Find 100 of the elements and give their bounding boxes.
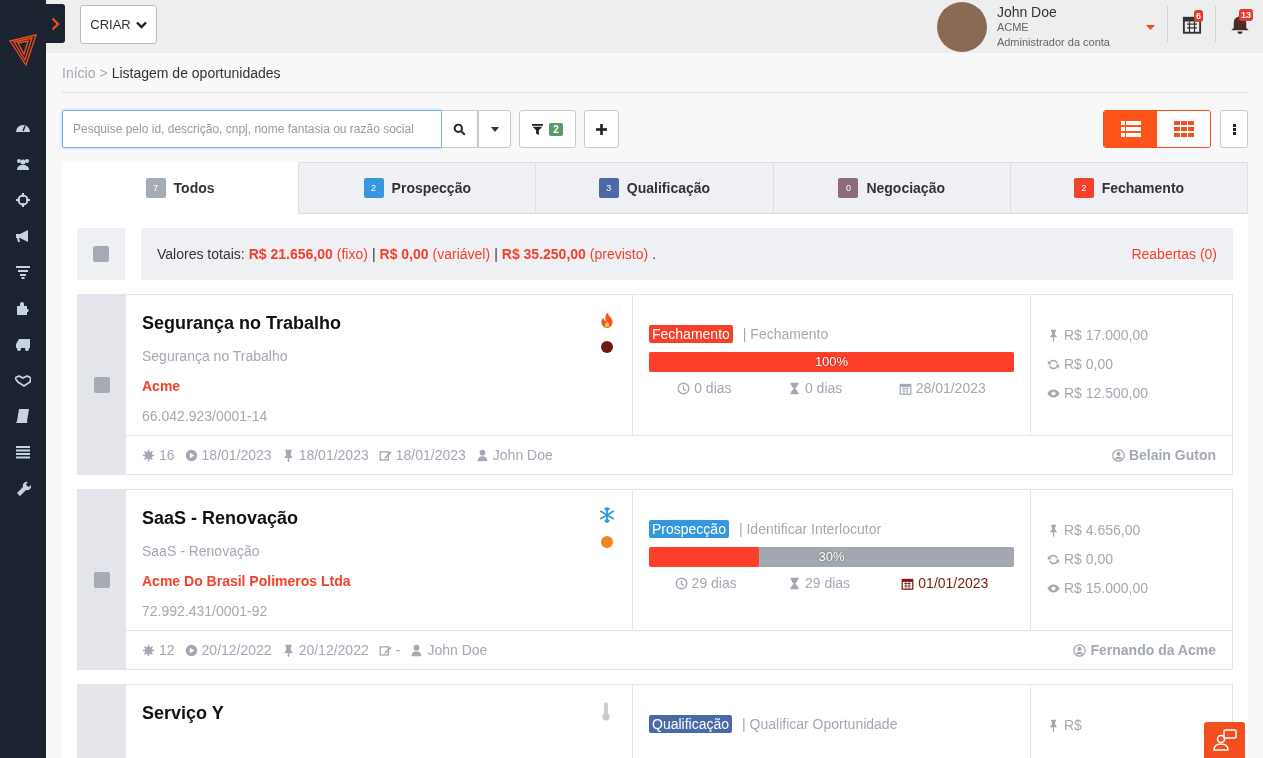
chat-button[interactable] [1204,722,1245,758]
create-button[interactable]: CRIAR [80,5,157,44]
days-in-stage: 29 dias [804,575,851,591]
edited-date: - [395,642,401,658]
company-link[interactable]: Acme Do Brasil Polimeros Ltda [142,573,616,589]
pinned-date: 18/01/2023 [298,447,369,463]
edit-icon [378,643,392,657]
wrench-icon[interactable] [15,480,31,496]
clock-icon [677,381,691,395]
forecast-value: R$ 15.000,00 [1064,580,1149,596]
opportunity-title[interactable]: SaaS - Renovação [142,508,299,529]
pin-icon [281,448,295,462]
stage-tab[interactable]: 2 Fechamento [1010,162,1248,214]
hourglass-icon [787,576,801,590]
stage-tab[interactable]: 3 Qualificação [536,162,774,214]
search-icon [453,122,466,136]
caret-icon [490,126,499,132]
megaphone-icon[interactable] [15,228,31,244]
contact-name: Belain Guton [1128,447,1216,463]
contact-name: Fernando da Acme [1090,642,1216,658]
user-company: ACME [996,20,1030,35]
notifications-button[interactable]: 13 [1216,0,1263,48]
days-in-stage: 0 dias [804,380,843,396]
eye-icon [1047,386,1060,400]
add-button[interactable] [584,110,619,148]
list-view-button[interactable] [1104,111,1157,147]
logo-icon[interactable] [8,33,38,67]
start-date: 20/12/2022 [201,642,272,658]
flame-icon [598,311,616,329]
cog-icon [142,643,155,657]
stage-label: Fechamento [649,325,733,343]
pin-icon [1047,328,1060,342]
cnpj-text: 66.042.923/0001-14 [142,408,269,424]
opportunity-title[interactable]: Serviço Y [142,703,224,724]
stage-step: | Fechamento [742,326,829,342]
grid-view-button[interactable] [1157,111,1210,147]
funnel-icon[interactable] [15,264,31,280]
days-open: 0 dias [694,380,732,396]
calendar-icon [901,576,915,590]
refresh-icon [1047,357,1060,371]
stage-tab[interactable]: 0 Negociação [773,162,1011,214]
search-button[interactable] [442,110,478,148]
truck-icon[interactable] [15,336,31,352]
opportunity-id: 16 [159,447,175,463]
snowflake-icon [598,506,616,524]
opportunity-title[interactable]: Segurança no Trabalho [142,313,342,334]
pin-icon [1047,718,1060,732]
hourglass-icon [787,381,801,395]
recurring-value: R$ 0,00 [1064,551,1114,567]
refresh-icon [1047,552,1060,566]
user-role: Administrador da conta [996,35,1110,50]
days-open: 29 dias [691,575,737,591]
calendar-icon [898,381,912,395]
checkbox[interactable] [94,376,110,393]
list-icon[interactable] [15,444,31,460]
tab-count: 2 [363,178,384,198]
start-date: 18/01/2023 [201,447,272,463]
book-icon[interactable] [15,408,31,424]
tab-count: 2 [1073,178,1094,198]
eye-icon [1047,581,1060,595]
more-options-button[interactable] [1220,110,1248,148]
progress-percent: 100% [814,353,849,371]
progress-percent: 30% [818,548,845,566]
calendar-count: 6 [1194,10,1203,22]
owner-name: John Doe [427,642,488,658]
pinned-date: 20/12/2022 [298,642,369,658]
users-icon[interactable] [15,156,31,172]
caret-icon [135,20,147,29]
owner-name: John Doe [492,447,553,463]
pin-icon [281,643,295,657]
crosshair-icon[interactable] [15,192,31,208]
caret-icon[interactable] [1146,24,1155,30]
filter-icon [532,123,544,135]
recurring-value: R$ 0,00 [1064,356,1114,372]
stage-step: | Identificar Interlocutor [738,521,882,537]
puzzle-icon[interactable] [15,300,31,316]
notifications-count: 13 [1239,9,1253,21]
user-icon [410,643,424,657]
edit-icon [378,448,392,462]
user-circle-icon [1111,448,1125,462]
sidebar-toggle-button[interactable] [46,4,65,43]
filter-count: 2 [549,122,563,136]
checkbox[interactable] [94,571,110,588]
avatar-placeholder[interactable] [936,2,987,52]
list-icon [1120,121,1141,137]
stage-label: Prospecção [649,520,729,538]
stage-tab[interactable]: 7 Todos [62,162,300,214]
company-link[interactable]: Acme [142,378,616,394]
totals-text: Valores totais: R$ 21.656,00 (fixo) | R$ 0,00 (variável) | R$ 35.250,00 (previsto) . [157,246,657,262]
select-all-checkbox[interactable] [93,246,109,262]
close-date: 28/01/2023 [915,380,986,396]
user-icon [475,448,489,462]
search-field[interactable]: Pesquise pelo id, descrição, cnpj, nome fantasia ou razão social [62,110,442,148]
breadcrumb-current: Listagem de oportunidades [111,65,281,81]
stage-step: | Qualificar Oportunidade [742,716,898,732]
calendar-button[interactable]: 6 [1168,0,1215,48]
stage-tab[interactable]: 2 Prospecção [299,162,537,214]
tab-count: 0 [838,178,859,198]
forecast-value: R$ 12.500,00 [1064,385,1149,401]
clock-icon [674,576,688,590]
